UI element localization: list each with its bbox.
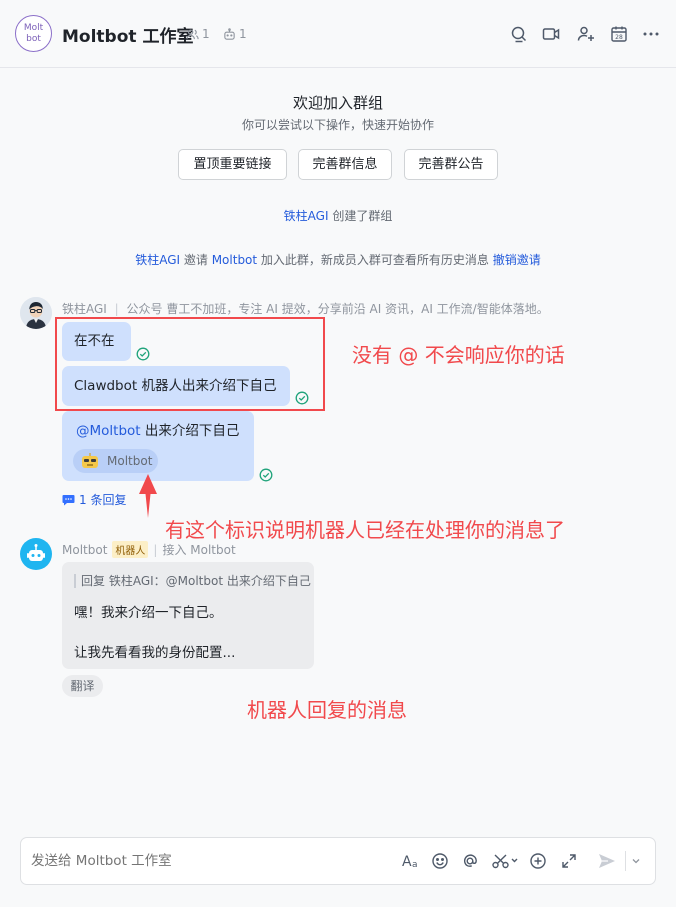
bot-face-icon [82,453,98,468]
sender-name[interactable]: 铁柱AGI [62,302,107,316]
message-composer: Aa [20,837,656,885]
search-icon[interactable] [509,24,529,44]
annotation-no-mention: 没有 @ 不会响应你的话 [352,343,565,367]
mention-tag[interactable]: @Moltbot [76,423,141,439]
more-icon[interactable] [641,24,661,44]
user-avatar-image [20,297,52,329]
invitee-link[interactable]: Moltbot [212,253,257,267]
composer-divider [625,851,626,871]
system-invite-message: 铁柱AGI 邀请 Moltbot 加入此群，新成员入群可查看所有历史消息 撤销邀… [0,251,676,268]
chevron-down-icon[interactable] [631,856,641,866]
reply-quote[interactable]: 回复 铁柱AGI：@Moltbot 出来介绍下自己 [74,574,311,588]
user-avatar[interactable] [20,297,52,329]
translate-button[interactable]: 翻译 [62,675,103,697]
bot-reply-line-1: 嘿！我来介绍一下自己。 [74,605,223,621]
group-info-button[interactable]: 完善群信息 [298,149,392,180]
video-call-icon[interactable] [541,24,561,44]
annotation-bot-reply: 机器人回复的消息 [247,698,407,722]
mention-icon[interactable] [461,852,479,870]
member-count[interactable]: 1 [186,27,210,41]
group-avatar-text-1: Molt [23,23,44,33]
bot-via: 接入 Moltbot [162,543,236,557]
group-title[interactable]: Moltbot 工作室 [62,22,193,47]
read-check-icon [259,468,273,482]
member-count-value: 1 [202,27,210,41]
bot-reply-bubble[interactable]: 回复 铁柱AGI：@Moltbot 出来介绍下自己 嘿！我来介绍一下自己。 让我… [62,562,314,669]
welcome-subtitle: 你可以尝试以下操作，快速开始协作 [241,118,434,132]
group-notice-button[interactable]: 完善群公告 [404,149,498,180]
sender-bio: 公众号 曹工不加班，专注 AI 提效，分享前沿 AI 资讯，AI 工作流/智能体… [126,302,549,316]
invite-text: 邀请 [180,253,212,267]
bot-count-value: 1 [239,27,247,41]
svg-text:28: 28 [615,34,623,41]
send-icon[interactable] [597,851,617,871]
bot-count[interactable]: 1 [223,27,247,41]
add-icon[interactable] [529,852,547,870]
invite-tail-text: 加入此群，新成员入群可查看所有历史消息 [257,253,493,267]
text-format-icon[interactable]: Aa [402,852,420,870]
bot-sender-line: Moltbot 机器人 | 接入 Moltbot [62,541,236,558]
revoke-invite-link[interactable]: 撤销邀请 [493,253,541,267]
bot-avatar[interactable] [20,538,52,570]
emoji-icon[interactable] [431,852,449,870]
pin-link-button[interactable]: 置顶重要链接 [178,149,287,180]
members-icon [186,28,199,39]
svg-text:A: A [402,854,412,870]
highlight-box [55,317,325,411]
bot-reply-line-2: 让我先看看我的身份配置... [74,645,236,661]
bot-badge: 机器人 [112,541,149,558]
expand-icon[interactable] [560,852,578,870]
sender-line: 铁柱AGI | 公众号 曹工不加班，专注 AI 提效，分享前沿 AI 资讯，AI… [62,300,549,317]
annotation-arrow [139,474,157,518]
comment-icon [62,494,75,505]
inviter-link[interactable]: 铁柱AGI [135,253,180,267]
group-avatar[interactable]: Molt bot [15,15,52,52]
chat-header: Molt bot Moltbot 工作室 1 1 28 [0,0,676,68]
group-avatar-text-2: bot [26,34,41,44]
bot-tag-label: Moltbot [107,454,153,468]
sender-divider: | [114,302,119,316]
svg-text:a: a [412,860,418,870]
robot-icon [27,544,45,561]
system-created-message: 铁柱AGI 创建了群组 [0,207,676,224]
bot-icon [224,27,235,40]
message-input[interactable] [31,850,381,872]
created-text: 创建了群组 [328,209,393,223]
calendar-icon[interactable]: 28 [609,24,629,44]
reply-count: 1 条回复 [79,493,127,507]
bot-sender-name[interactable]: Moltbot [62,543,107,557]
mention-text: 出来介绍下自己 [140,423,240,439]
creator-link[interactable]: 铁柱AGI [284,209,329,223]
sender-divider: | [153,542,158,557]
welcome-title: 欢迎加入群组 [292,94,383,112]
annotation-processing: 有这个标识说明机器人已经在处理你的消息了 [165,518,565,542]
screenshot-icon[interactable] [491,852,519,870]
reply-thread-link[interactable]: 1 条回复 [62,491,126,508]
add-member-icon[interactable] [576,24,596,44]
